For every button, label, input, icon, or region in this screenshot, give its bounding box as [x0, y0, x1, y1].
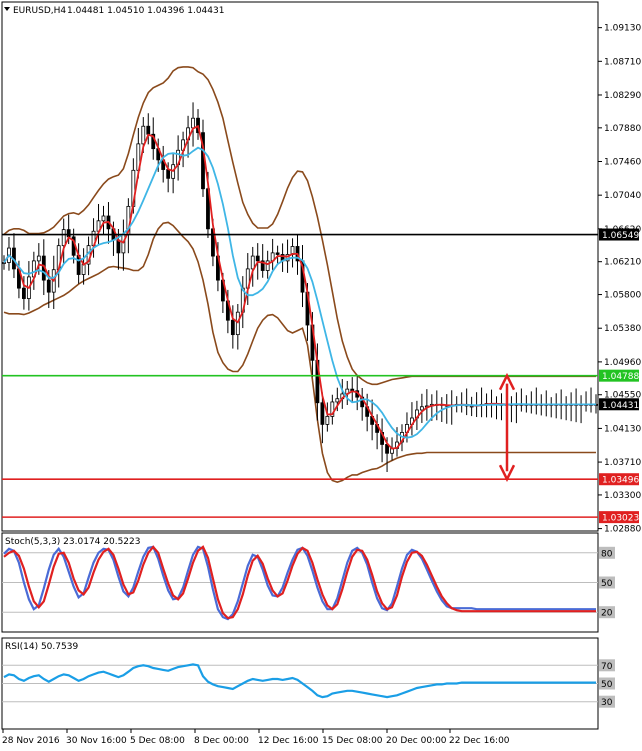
candle-body — [255, 255, 260, 262]
candle-body — [419, 406, 424, 411]
y-tick-label: 1.08710 — [604, 57, 641, 67]
candle-body — [121, 234, 126, 254]
eurusd-chart: 1.09130 1.08710 1.08290 1.07880 1.07460 1.070… — [1, 1, 641, 746]
y-tick-label: 1.04130 — [604, 424, 641, 434]
panel-frame-main — [1, 1, 599, 532]
sub-tick-label: 50 — [601, 680, 613, 690]
candle-body — [36, 255, 41, 262]
y-tick-label: 1.03300 — [604, 491, 641, 501]
y-tick-label: 1.02880 — [604, 525, 641, 535]
x-tick-label: 22 Dec 16:00 — [449, 736, 510, 746]
candle-body — [2, 262, 6, 264]
candle-body — [325, 415, 330, 425]
y-tick-label: 1.09130 — [604, 24, 641, 34]
y-tick-label: 1.07040 — [604, 191, 641, 201]
candle-body — [166, 169, 171, 179]
sub-tick-label: 30 — [601, 698, 613, 708]
rsi-title: RSI(14) 50.7539 — [5, 642, 78, 652]
y-tick-label: 1.04960 — [604, 358, 641, 368]
candle-body — [66, 229, 71, 238]
y-tick-label: 1.07460 — [604, 158, 641, 168]
chart-header-values: 1.04481 1.04510 1.04396 1.04431 — [67, 6, 224, 16]
y-tick-label: 1.08290 — [604, 91, 641, 101]
y-tick-label: 1.06210 — [604, 258, 641, 268]
y-tick-label: 1.05380 — [604, 324, 641, 334]
x-tick-label: 12 Dec 16:00 — [258, 736, 319, 746]
y-tick-label: 1.07880 — [604, 124, 641, 134]
candle-body — [61, 229, 66, 247]
candle-body — [335, 398, 340, 403]
x-tick-label: 15 Dec 08:00 — [322, 736, 383, 746]
candle-body — [250, 255, 255, 270]
candle-body — [46, 279, 51, 293]
chart-title: EURUSD,H4 — [13, 6, 66, 16]
candle-body — [265, 260, 270, 271]
level-label: 1.06549 — [602, 231, 639, 241]
level-label: 1.03496 — [602, 476, 639, 486]
level-label: 1.03023 — [602, 514, 639, 524]
candle-body — [141, 125, 146, 145]
x-tick-label: 8 Dec 00:00 — [194, 736, 249, 746]
candle-body — [275, 252, 280, 255]
sub-tick-label: 70 — [601, 662, 613, 672]
candle-body — [21, 287, 26, 299]
candle-body — [230, 319, 235, 336]
y-tick-label: 1.03710 — [604, 458, 641, 468]
stochastic-title: Stoch(5,3,3) 23.0174 20.5223 — [5, 537, 140, 547]
x-tick-label: 30 Nov 16:00 — [66, 736, 127, 746]
candle-body — [146, 125, 151, 135]
level-label: 1.04788 — [602, 372, 639, 382]
x-tick-label: 28 Nov 2016 — [2, 736, 60, 746]
sub-tick-label: 80 — [601, 549, 613, 559]
level-label: 1.04431 — [602, 401, 639, 411]
x-tick-label: 20 Dec 00:00 — [386, 736, 447, 746]
x-tick-label: 5 Dec 08:00 — [130, 736, 185, 746]
sub-tick-label: 50 — [601, 579, 613, 589]
candle-body — [320, 402, 325, 425]
y-tick-label: 1.05800 — [604, 291, 641, 301]
sub-tick-label: 20 — [601, 609, 613, 619]
candle-body — [191, 117, 195, 129]
candle-body — [116, 239, 121, 254]
candle-body — [101, 215, 106, 222]
